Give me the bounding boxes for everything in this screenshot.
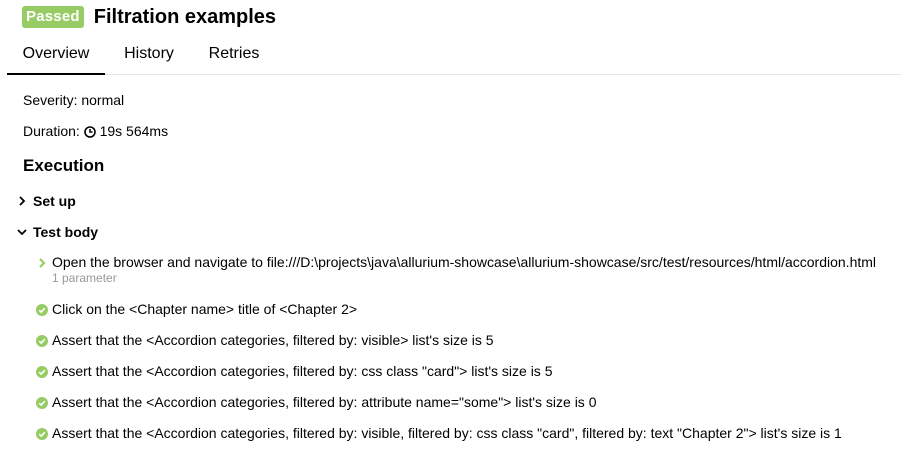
step-item[interactable]: Assert that the <Accordion categories, f…	[36, 394, 596, 410]
tab-retries[interactable]: Retries	[203, 36, 265, 73]
duration-value: 19s 564ms	[99, 123, 169, 139]
setup-group[interactable]: Set up	[17, 193, 76, 209]
step-text: Open the browser and navigate to file://…	[52, 254, 877, 270]
check-circle-icon	[36, 334, 48, 347]
tab-bar: Overview History Retries	[7, 36, 901, 75]
chevron-right-icon	[36, 256, 48, 268]
severity-label: Severity:	[23, 92, 78, 108]
execution-title: Execution	[23, 156, 105, 175]
check-circle-icon	[36, 396, 48, 409]
test-title: Filtration examples	[93, 6, 277, 28]
clock-icon	[83, 125, 96, 141]
step-text: Assert that the <Accordion categories, f…	[52, 425, 842, 441]
chevron-down-icon	[17, 229, 27, 236]
check-circle-icon	[36, 427, 48, 440]
test-header: Passed Filtration examples	[22, 6, 276, 28]
severity-value: normal	[81, 92, 125, 108]
step-item[interactable]: Open the browser and navigate to file://…	[36, 254, 876, 270]
tab-history[interactable]: History	[117, 36, 181, 73]
step-text: Click on the <Chapter name> title of <Ch…	[52, 301, 358, 317]
step-text: Assert that the <Accordion categories, f…	[52, 332, 494, 348]
step-item[interactable]: Assert that the <Accordion categories, f…	[36, 363, 553, 379]
duration-field: Duration: 19s 564ms	[23, 123, 168, 141]
step-item[interactable]: Assert that the <Accordion categories, f…	[36, 425, 842, 441]
status-badge: Passed	[22, 6, 84, 28]
step-item[interactable]: Assert that the <Accordion categories, f…	[36, 332, 494, 348]
step-parameters[interactable]: 1 parameter	[52, 271, 117, 285]
severity-field: Severity: normal	[23, 92, 124, 108]
test-body-group[interactable]: Test body	[17, 224, 98, 240]
chevron-right-icon	[19, 196, 26, 206]
step-item[interactable]: Click on the <Chapter name> title of <Ch…	[36, 301, 357, 317]
tab-overview[interactable]: Overview	[7, 36, 105, 75]
setup-label: Set up	[33, 193, 76, 209]
test-body-label: Test body	[33, 224, 99, 240]
duration-label: Duration:	[23, 123, 80, 139]
check-circle-icon	[36, 365, 48, 378]
step-text: Assert that the <Accordion categories, f…	[52, 363, 553, 379]
step-text: Assert that the <Accordion categories, f…	[52, 394, 597, 410]
check-circle-icon	[36, 303, 48, 316]
